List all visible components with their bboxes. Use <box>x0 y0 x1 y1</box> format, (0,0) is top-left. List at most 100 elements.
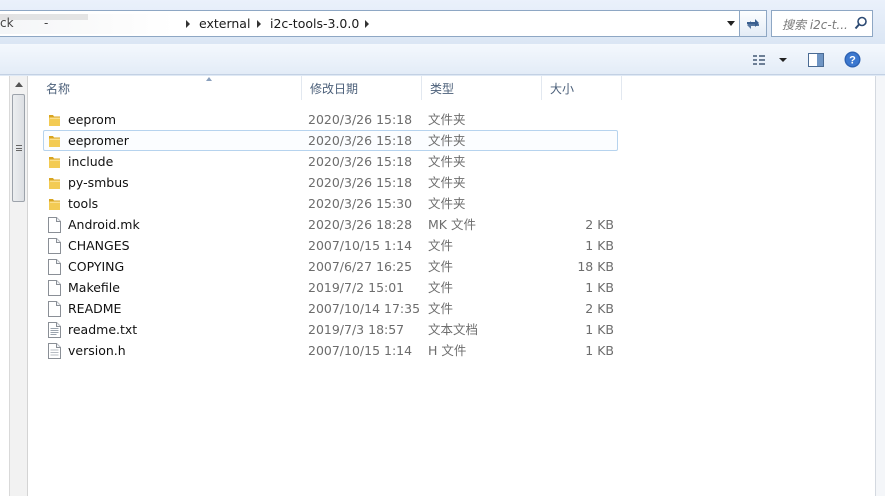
file-size: 1 KB <box>585 280 614 295</box>
sort-ascending-icon <box>206 77 212 81</box>
file-row[interactable]: readme.txt 2019/7/3 18:57 文本文档 1 KB <box>43 319 618 340</box>
file-name[interactable]: Android.mk <box>68 215 140 234</box>
file-name[interactable]: README <box>68 299 121 318</box>
file-size: 1 KB <box>585 238 614 253</box>
file-row[interactable]: py-smbus 2020/3/26 15:18 文件夹 <box>43 172 618 193</box>
refresh-button[interactable] <box>740 10 767 37</box>
file-row[interactable]: tools 2020/3/26 15:30 文件夹 <box>43 193 618 214</box>
file-type: H 文件 <box>428 343 467 358</box>
file-row[interactable]: include 2020/3/26 15:18 文件夹 <box>43 151 618 172</box>
preview-pane-button[interactable] <box>804 49 828 70</box>
file-size <box>536 194 614 213</box>
search-icon[interactable] <box>854 16 868 30</box>
file-name[interactable]: readme.txt <box>68 320 137 339</box>
chevron-down-icon <box>727 21 735 26</box>
file-name[interactable]: CHANGES <box>68 236 130 255</box>
file-icon <box>48 217 61 233</box>
breadcrumb-i2c-tools[interactable]: i2c-tools-3.0.0 <box>270 16 359 31</box>
file-date: 2007/10/14 17:35 <box>308 301 421 316</box>
file-date: 2020/3/26 15:30 <box>308 196 413 211</box>
file-type: 文本文档 <box>428 322 479 337</box>
file-type: 文件 <box>428 259 454 274</box>
file-date: 2020/3/26 18:28 <box>308 217 413 232</box>
column-name[interactable]: 名称 <box>38 76 302 100</box>
file-type: MK 文件 <box>428 217 476 232</box>
folder-icon <box>49 178 60 189</box>
file-name[interactable]: eepromer <box>68 131 129 150</box>
file-icon <box>48 280 61 296</box>
breadcrumb-arrow-icon[interactable] <box>257 20 261 28</box>
folder-icon <box>49 157 60 168</box>
file-size: 1 KB <box>585 322 614 337</box>
file-name[interactable]: COPYING <box>68 257 124 276</box>
file-type: 文件夹 <box>428 154 466 169</box>
navigation-scrollbar[interactable] <box>10 76 28 496</box>
file-row[interactable]: Makefile 2019/7/2 15:01 文件 1 KB <box>43 277 618 298</box>
file-date: 2020/3/26 15:18 <box>308 175 413 190</box>
file-icon <box>48 301 61 317</box>
breadcrumb-arrow-icon[interactable] <box>365 20 369 28</box>
file-size: 18 KB <box>577 259 614 274</box>
breadcrumb-external[interactable]: external <box>199 16 250 31</box>
window-right-edge <box>875 76 885 496</box>
file-row[interactable]: README 2007/10/14 17:35 文件 2 KB <box>43 298 618 319</box>
view-options-button[interactable] <box>748 49 790 70</box>
file-size: 2 KB <box>585 301 614 316</box>
address-row: ck - external i2c-tools-3.0.0 搜索 i2c-t..… <box>0 0 885 44</box>
file-row[interactable]: eeprom 2020/3/26 15:18 文件夹 <box>43 109 618 130</box>
column-size[interactable]: 大小 <box>542 76 622 100</box>
file-name[interactable]: Makefile <box>68 278 120 297</box>
address-bar[interactable]: ck - external i2c-tools-3.0.0 <box>0 10 740 37</box>
file-size <box>536 110 614 129</box>
folder-icon <box>49 115 60 126</box>
file-row[interactable]: Android.mk 2020/3/26 18:28 MK 文件 2 KB <box>43 214 618 235</box>
file-type: 文件 <box>428 238 454 253</box>
navigation-pane <box>0 76 10 496</box>
file-name[interactable]: eeprom <box>68 110 116 129</box>
file-type: 文件 <box>428 301 454 316</box>
file-name[interactable]: py-smbus <box>68 173 129 192</box>
file-date: 2020/3/26 15:18 <box>308 133 413 148</box>
search-placeholder: 搜索 i2c-t... <box>782 18 848 32</box>
file-type: 文件夹 <box>428 112 466 127</box>
scrollbar-thumb[interactable] <box>12 94 25 202</box>
file-date: 2007/6/27 16:25 <box>308 259 413 274</box>
column-header: 名称 修改日期 类型 大小 <box>30 76 875 100</box>
scroll-up-icon[interactable] <box>15 82 23 87</box>
help-button[interactable]: ? <box>840 49 864 70</box>
svg-text:?: ? <box>849 55 856 67</box>
file-date: 2007/10/15 1:14 <box>308 238 413 253</box>
refresh-icon <box>747 18 759 29</box>
file-size <box>536 131 614 150</box>
file-name[interactable]: version.h <box>68 341 126 360</box>
header-file-icon <box>48 343 61 359</box>
view-options-icon <box>753 54 787 65</box>
file-icon <box>48 238 61 254</box>
search-input[interactable]: 搜索 i2c-t... <box>771 10 873 37</box>
column-date-modified[interactable]: 修改日期 <box>302 76 422 100</box>
file-row[interactable]: COPYING 2007/6/27 16:25 文件 18 KB <box>43 256 618 277</box>
breadcrumb-fragment-mid: - <box>44 16 49 30</box>
file-size: 2 KB <box>585 217 614 232</box>
file-name[interactable]: tools <box>68 194 98 213</box>
help-icon: ? <box>844 51 860 68</box>
file-size <box>536 152 614 171</box>
file-type: 文件 <box>428 280 454 295</box>
preview-pane-icon <box>808 52 824 67</box>
file-row[interactable]: version.h 2007/10/15 1:14 H 文件 1 KB <box>43 340 618 361</box>
column-type[interactable]: 类型 <box>422 76 542 100</box>
file-row[interactable]: eepromer 2020/3/26 15:18 文件夹 <box>43 130 618 151</box>
breadcrumb-arrow-icon[interactable] <box>186 20 190 28</box>
file-row[interactable]: CHANGES 2007/10/15 1:14 文件 1 KB <box>43 235 618 256</box>
file-date: 2007/10/15 1:14 <box>308 343 413 358</box>
folder-icon <box>49 136 60 147</box>
breadcrumb-fragment: ck <box>0 16 14 30</box>
content-area: 名称 修改日期 类型 大小 eeprom 2020/3/26 15:18 文件夹 ee… <box>0 76 885 496</box>
toolbar: ? <box>0 44 885 75</box>
file-name[interactable]: include <box>68 152 113 171</box>
text-file-icon <box>48 322 61 338</box>
file-date: 2019/7/3 18:57 <box>308 322 405 337</box>
file-size: 1 KB <box>585 343 614 358</box>
address-redacted-segment <box>0 14 175 34</box>
address-history-dropdown[interactable] <box>722 10 740 37</box>
